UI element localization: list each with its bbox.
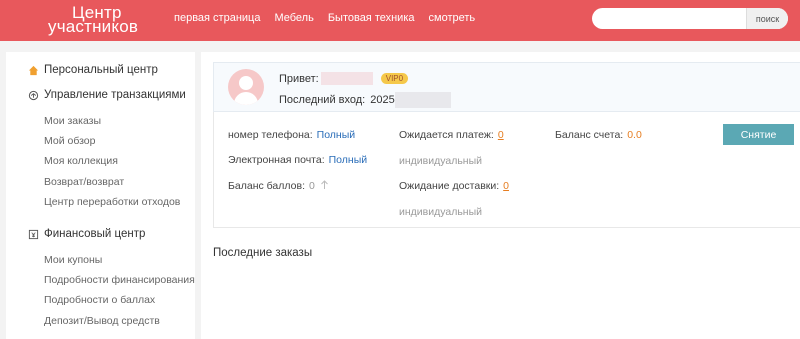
- awaiting-delivery-value[interactable]: 0: [503, 180, 509, 192]
- account-info: номер телефона: Полный Электронная почта:…: [213, 112, 800, 228]
- logo-line2: участников: [48, 17, 139, 36]
- sidebar-transactions-label: Управление транзакциями: [44, 89, 186, 101]
- sidebar-item-coupons[interactable]: Мои купоны: [44, 254, 102, 266]
- wallet-icon: [28, 229, 39, 239]
- sidebar-item-returns[interactable]: Возврат/возврат: [44, 176, 124, 188]
- sidebar-item-recycling[interactable]: Центр переработки отходов: [44, 196, 180, 208]
- email-status-link[interactable]: Полный: [329, 154, 368, 166]
- avatar: [228, 69, 264, 105]
- top-header: Центр участников первая страница Мебель …: [0, 0, 800, 41]
- site-logo[interactable]: Центр участников: [48, 4, 139, 36]
- phone-status-link[interactable]: Полный: [317, 129, 356, 141]
- balance-row: Баланс счета: 0.0: [555, 129, 642, 141]
- phone-row: номер телефона: Полный: [228, 129, 355, 141]
- sidebar-item-points-details[interactable]: Подробности о баллах: [44, 294, 155, 306]
- last-login-value: 2025: [370, 94, 395, 106]
- email-label: Электронная почта:: [228, 154, 325, 166]
- awaiting-delivery-row: Ожидание доставки: 0: [399, 180, 509, 192]
- search-input[interactable]: [592, 8, 746, 29]
- username-masked: [320, 72, 373, 85]
- search-button[interactable]: поиск: [746, 8, 788, 29]
- nav-home[interactable]: первая страница: [174, 12, 260, 24]
- sidebar-item-my-collection[interactable]: Моя коллекция: [44, 155, 118, 167]
- home-icon: [28, 65, 39, 75]
- sidebar-finance-title: Финансовый центр: [28, 228, 145, 240]
- pending-payment-value[interactable]: 0: [498, 129, 504, 141]
- phone-label: номер телефона:: [228, 129, 313, 141]
- balance-label: Баланс счета:: [555, 129, 624, 141]
- sidebar-item-my-orders[interactable]: Мои заказы: [44, 115, 101, 127]
- balance-value: 0.0: [627, 129, 642, 141]
- sidebar-item-deposit-withdraw[interactable]: Депозит/Вывод средств: [44, 315, 160, 327]
- sidebar-personal-label: Персональный центр: [44, 64, 158, 76]
- nav-browse[interactable]: смотреть: [429, 12, 476, 24]
- sidebar: Персональный центр Управление транзакция…: [6, 52, 195, 339]
- main-nav: первая страница Мебель Бытовая техника с…: [174, 12, 475, 24]
- awaiting-delivery-label: Ожидание доставки:: [399, 180, 500, 192]
- sidebar-personal-center[interactable]: Персональный центр: [28, 64, 158, 76]
- greeting-row: Привет: VIP0: [279, 72, 409, 85]
- withdraw-button[interactable]: Снятие: [723, 124, 794, 145]
- nav-appliances[interactable]: Бытовая техника: [328, 12, 415, 24]
- arrow-up-icon: [320, 180, 328, 189]
- email-row: Электронная почта: Полный: [228, 154, 367, 166]
- vip-badge: VIP0: [380, 73, 409, 84]
- points-value: 0: [308, 180, 315, 192]
- greeting-label: Привет:: [279, 72, 319, 85]
- points-row: Баланс баллов: 0: [228, 180, 329, 192]
- pending-payment-row: Ожидается платеж: 0: [399, 129, 504, 141]
- points-label: Баланс баллов:: [228, 180, 305, 192]
- individual-label-2: индивидуальный: [399, 206, 483, 218]
- last-login-label: Последний вход:: [279, 94, 366, 106]
- recent-orders-title: Последние заказы: [213, 247, 313, 259]
- sidebar-item-my-review[interactable]: Мой обзор: [44, 135, 96, 147]
- nav-furniture[interactable]: Мебель: [274, 12, 313, 24]
- search-bar: поиск: [592, 8, 788, 29]
- sidebar-item-finance-details[interactable]: Подробности финансирования: [44, 274, 195, 286]
- sidebar-transactions-title: Управление транзакциями: [28, 89, 186, 101]
- refresh-icon: [28, 90, 39, 100]
- individual-label-1: индивидуальный: [399, 155, 483, 167]
- sidebar-finance-label: Финансовый центр: [44, 228, 146, 240]
- main-content: Привет: VIP0 Последний вход: 2025 номер …: [201, 52, 800, 339]
- user-summary: Привет: VIP0 Последний вход: 2025: [213, 62, 800, 112]
- pending-payment-label: Ожидается платеж:: [399, 129, 494, 141]
- last-login-row: Последний вход: 2025: [279, 92, 451, 108]
- last-login-masked: [394, 92, 451, 108]
